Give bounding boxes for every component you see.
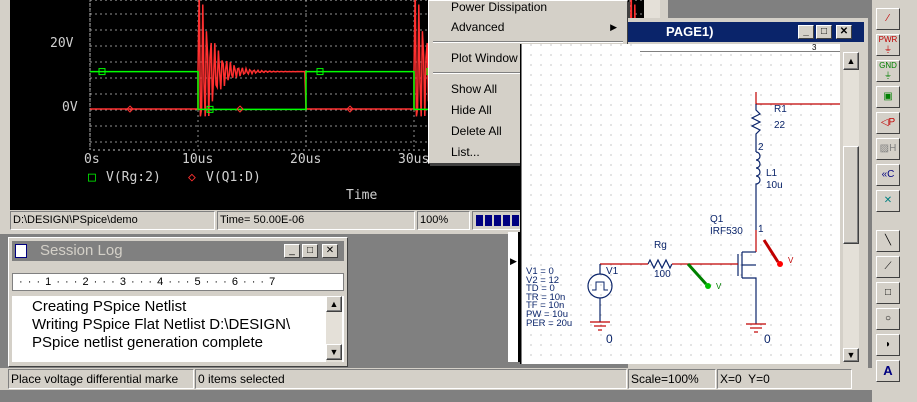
- probe-time: Time= 50.00E-06: [217, 211, 415, 230]
- progress-block: [494, 215, 501, 226]
- draw-toolbar: ⁄ PWR ⏚ GND ⏚ ▣ ◁P ▨H «C ✕ ╲ ⟋ □ ○ ◗ A: [872, 0, 917, 402]
- q1-value[interactable]: IRF530: [710, 226, 743, 237]
- session-log-window: Session Log _ □ ✕ · · · 1 · · · 2 · · · …: [8, 237, 348, 367]
- document-icon: [15, 244, 27, 258]
- hier-pin-icon[interactable]: ▨H: [876, 138, 900, 160]
- node-2-label: 2: [758, 142, 764, 153]
- v1-param: PER = 20u: [526, 317, 573, 329]
- submenu-arrow-icon: ▶: [610, 22, 617, 32]
- scroll-down-button[interactable]: ▼: [326, 344, 342, 360]
- y-label-20v: 20V: [50, 36, 74, 51]
- pointer-arrow-icon: ▶: [510, 256, 517, 266]
- scroll-up-button[interactable]: ▲: [326, 296, 342, 312]
- x-axis-title: Time: [346, 188, 378, 203]
- rectangle-tool-icon[interactable]: □: [876, 282, 900, 304]
- close-button[interactable]: ✕: [836, 25, 852, 39]
- progress-block: [503, 215, 510, 226]
- log-scrollbar[interactable]: ▲ ▼: [326, 296, 342, 362]
- wire-tool-icon[interactable]: ⁄: [876, 8, 900, 30]
- r1-name[interactable]: R1: [774, 104, 787, 115]
- session-log-title: Session Log: [40, 242, 123, 259]
- offpage-connector-button[interactable]: «C: [876, 164, 900, 186]
- ground-label-2: 0: [764, 332, 771, 346]
- x-label-30us: 30us: [398, 152, 430, 167]
- power-tool-label: PWR: [878, 35, 898, 44]
- menu-separator: [433, 41, 623, 43]
- menu-power-dissipation[interactable]: Power Dissipation: [431, 0, 625, 17]
- schematic-title: PAGE1): [666, 24, 714, 39]
- v1-name[interactable]: V1: [606, 266, 618, 277]
- legend-vq1d[interactable]: V(Q1:D): [206, 170, 261, 185]
- legend-vrg2[interactable]: V(Rg:2): [106, 170, 161, 185]
- schematic-canvas[interactable]: R1 22 2 L1 10u Q1 IRF530 1 Rg 100 V1 0 0…: [520, 44, 840, 364]
- status-coords: X=0 Y=0: [717, 369, 852, 389]
- log-line: Creating PSpice Netlist: [32, 298, 187, 315]
- scroll-thumb[interactable]: [843, 146, 859, 244]
- x-label-10us: 10us: [182, 152, 214, 167]
- minimize-button[interactable]: _: [284, 244, 300, 258]
- log-line: PSpice netlist generation complete: [32, 334, 263, 351]
- scroll-down-button[interactable]: ▼: [843, 348, 859, 362]
- probe-label-red: V: [788, 256, 794, 265]
- schematic-left-margin: ▶: [508, 232, 520, 362]
- minimize-button[interactable]: _: [798, 25, 814, 39]
- hierarchy-block-icon[interactable]: ▣: [876, 86, 900, 108]
- node-1-label: 1: [758, 224, 764, 235]
- polyline-tool-icon[interactable]: ⟋: [876, 256, 900, 278]
- line-tool-icon[interactable]: ╲: [876, 230, 900, 252]
- session-log-ruler: · · · 1 · · · 2 · · · 3 · · · 4 · · · 5 …: [12, 273, 344, 291]
- probe-percent: 100%: [417, 211, 470, 230]
- progress-block: [476, 215, 483, 226]
- progress-block: [485, 215, 492, 226]
- maximize-button[interactable]: □: [302, 244, 318, 258]
- probe-label-green: V: [716, 282, 722, 291]
- x-label-0s: 0s: [84, 152, 100, 167]
- y-label-0v: 0V: [62, 100, 78, 115]
- ground-tool-button[interactable]: GND ⏚: [876, 60, 900, 82]
- schematic-ruler: 3: [640, 44, 840, 52]
- main-status-bar: Place voltage differential marke 0 items…: [0, 368, 872, 390]
- arc-tool-icon[interactable]: ◗: [876, 334, 900, 356]
- schematic-vertical-scrollbar[interactable]: ▲ ▼: [843, 52, 859, 362]
- r1-value[interactable]: 22: [774, 120, 785, 131]
- menu-advanced-label: Advanced: [451, 20, 505, 34]
- menu-advanced[interactable]: Advanced ▶: [431, 17, 625, 37]
- log-line: Writing PSpice Flat Netlist D:\DESIGN\: [32, 316, 291, 333]
- probe-path: D:\DESIGN\PSpice\demo: [10, 211, 215, 230]
- status-scale: Scale=100%: [628, 369, 716, 389]
- l1-value[interactable]: 10u: [766, 180, 783, 191]
- l1-name[interactable]: L1: [766, 168, 777, 179]
- v1-parameters[interactable]: V1 = 0 V2 = 12 TD = 0 TR = 10n TF = 10n PW = …: [526, 267, 573, 329]
- port-tool-icon[interactable]: ◁P: [876, 112, 900, 134]
- rg-name[interactable]: Rg: [654, 240, 667, 251]
- ground-label-1: 0: [606, 332, 613, 346]
- legend-marker-vrg2: □: [88, 170, 96, 185]
- close-button[interactable]: ✕: [322, 244, 338, 258]
- scroll-up-button[interactable]: ▲: [843, 52, 859, 70]
- session-log-title-bar[interactable]: Session Log _ □ ✕: [12, 241, 344, 261]
- rg-value[interactable]: 100: [654, 269, 671, 280]
- power-tool-button[interactable]: PWR ⏚: [876, 34, 900, 56]
- schematic-title-bar[interactable]: PAGE1) _ □ ✕: [628, 22, 864, 42]
- status-selection: 0 items selected: [195, 369, 627, 389]
- ellipse-tool-icon[interactable]: ○: [876, 308, 900, 330]
- x-label-20us: 20us: [290, 152, 322, 167]
- no-connect-icon[interactable]: ✕: [876, 190, 900, 212]
- ground-tool-label: GND: [879, 61, 897, 70]
- status-hint: Place voltage differential marke: [8, 369, 194, 389]
- q1-name[interactable]: Q1: [710, 214, 723, 225]
- maximize-button[interactable]: □: [816, 25, 832, 39]
- legend-marker-vq1d: ◇: [188, 170, 196, 185]
- text-tool-icon[interactable]: A: [876, 360, 900, 382]
- progress-block: [512, 215, 519, 226]
- session-log-text[interactable]: Creating PSpice Netlist Writing PSpice F…: [12, 296, 344, 362]
